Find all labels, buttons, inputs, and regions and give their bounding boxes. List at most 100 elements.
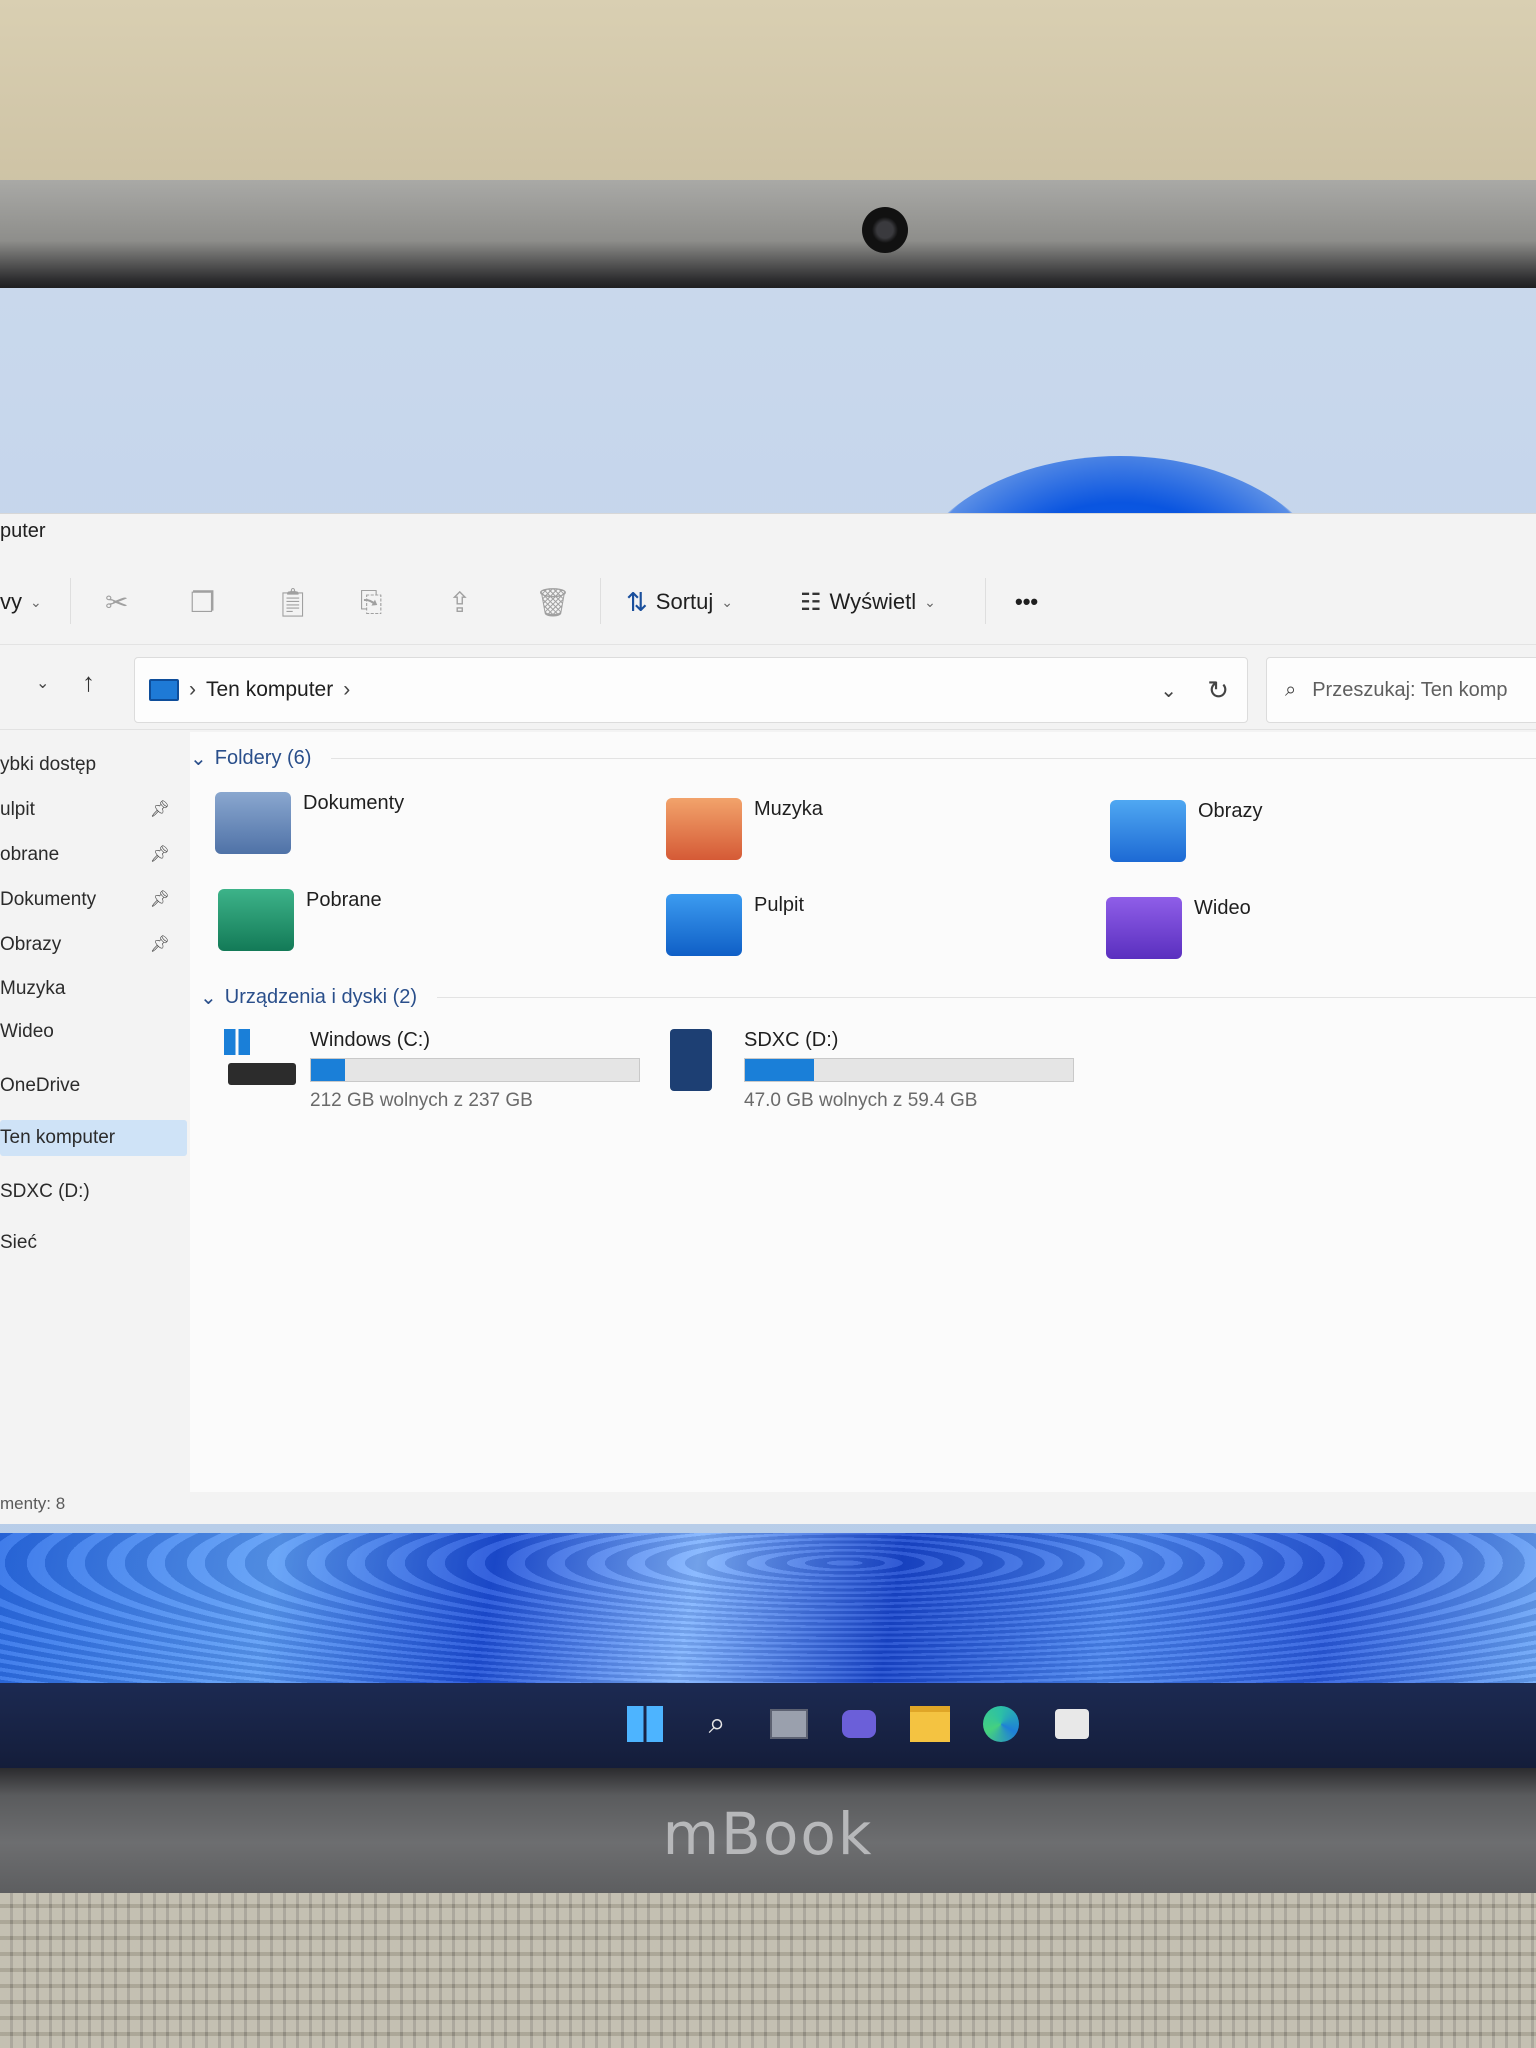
wall-background xyxy=(0,0,1536,200)
new-button[interactable]: vy ⌄ xyxy=(0,582,42,622)
sort-button[interactable]: ⇅ Sortuj ⌄ xyxy=(626,582,733,622)
nav-pictures[interactable]: Obrazy 📌︎ xyxy=(0,934,180,956)
folder-downloads[interactable]: Pobrane xyxy=(218,889,382,951)
drive-usage-fill xyxy=(745,1059,814,1081)
share-icon[interactable]: ⇪ xyxy=(448,582,471,622)
drive-usage-fill xyxy=(311,1059,346,1081)
folder-pictures[interactable]: Obrazy xyxy=(1110,800,1262,862)
drive-usage-bar xyxy=(744,1058,1074,1082)
breadcrumb-this-pc[interactable]: Ten komputer xyxy=(206,678,333,702)
paste-icon[interactable]: 📋︎ xyxy=(275,582,311,622)
chevron-down-icon: ⌄ xyxy=(924,593,936,610)
search-icon[interactable]: ⌕ xyxy=(694,1701,740,1747)
cut-icon[interactable]: ✂ xyxy=(105,582,128,622)
sort-label: Sortuj xyxy=(655,589,714,614)
chevron-down-icon: ⌄ xyxy=(721,593,734,610)
nav-label: Obrazy xyxy=(0,934,62,955)
speaker-grille xyxy=(0,1893,1536,2048)
nav-documents[interactable]: Dokumenty 📌︎ xyxy=(0,889,180,911)
pin-icon: 📌︎ xyxy=(149,846,170,863)
nav-label: Sieć xyxy=(0,1232,37,1253)
edge-icon[interactable] xyxy=(978,1701,1024,1747)
chat-icon[interactable] xyxy=(836,1701,882,1747)
view-label: Wyświetl xyxy=(829,589,917,614)
drive-usage-bar xyxy=(310,1058,640,1082)
divider xyxy=(70,578,71,624)
search-placeholder: Przeszukaj: Ten komp xyxy=(1312,678,1508,701)
desktop-folder-icon xyxy=(666,894,742,956)
delete-icon[interactable]: 🗑︎ xyxy=(535,582,571,622)
videos-folder-icon xyxy=(1106,897,1182,959)
drive-windows-c[interactable]: Windows (C:) 212 GB wolnych z 237 GB xyxy=(224,1029,640,1112)
nav-downloads[interactable]: obrane 📌︎ xyxy=(0,844,180,866)
view-icon: ☷ xyxy=(800,588,822,616)
file-explorer-icon[interactable] xyxy=(907,1701,953,1747)
new-button-label: vy xyxy=(0,589,22,614)
nav-network[interactable]: Sieć xyxy=(0,1232,180,1254)
folder-label: Obrazy xyxy=(1198,800,1263,822)
recent-locations-chevron-icon[interactable]: ⌄ xyxy=(36,673,49,693)
address-row: ⌄ ↑ › Ten komputer › ⌄ ↻ ⌕ Przeszukaj: T… xyxy=(0,649,1536,730)
divider xyxy=(437,997,1536,998)
window-title: puter xyxy=(0,520,46,542)
task-view-icon[interactable] xyxy=(766,1701,812,1747)
folder-label: Dokumenty xyxy=(303,792,405,814)
pictures-folder-icon xyxy=(1110,800,1186,862)
view-button[interactable]: ☷ Wyświetl ⌄ xyxy=(800,582,936,622)
nav-quick-access[interactable]: ybki dostęp xyxy=(0,754,180,776)
nav-videos[interactable]: Wideo xyxy=(0,1021,180,1043)
breadcrumb-separator: › xyxy=(189,678,196,701)
divider xyxy=(600,578,601,624)
screen: puter vy ⌄ ✂ ❐ 📋︎ ⎘ ⇪ 🗑︎ ⇅ Sortuj ⌄ ☷ Wy… xyxy=(0,288,1536,1768)
section-title: Urządzenia i dyski (2) xyxy=(224,986,418,1008)
address-bar[interactable]: › Ten komputer › ⌄ ↻ xyxy=(134,657,1248,723)
windows-drive-icon xyxy=(224,1029,296,1093)
drive-free-space: 47.0 GB wolnych z 59.4 GB xyxy=(744,1090,978,1111)
more-options-button[interactable]: ••• xyxy=(1015,582,1038,622)
search-box[interactable]: ⌕ Przeszukaj: Ten komp xyxy=(1266,657,1536,723)
folder-label: Wideo xyxy=(1194,897,1251,919)
store-icon[interactable] xyxy=(1049,1701,1095,1747)
start-icon[interactable] xyxy=(622,1701,668,1747)
nav-sdxc-drive[interactable]: SDXC (D:) xyxy=(0,1181,180,1203)
command-bar: vy ⌄ ✂ ❐ 📋︎ ⎘ ⇪ 🗑︎ ⇅ Sortuj ⌄ ☷ Wyświetl… xyxy=(0,554,1536,645)
nav-label: ybki dostęp xyxy=(0,754,97,775)
folder-documents[interactable]: Dokumenty xyxy=(215,792,404,854)
file-explorer-window: puter vy ⌄ ✂ ❐ 📋︎ ⎘ ⇪ 🗑︎ ⇅ Sortuj ⌄ ☷ Wy… xyxy=(0,513,1536,1524)
folder-desktop[interactable]: Pulpit xyxy=(666,894,804,956)
nav-this-pc[interactable]: Ten komputer xyxy=(0,1120,187,1156)
folder-label: Pobrane xyxy=(306,889,382,911)
nav-onedrive[interactable]: OneDrive xyxy=(0,1075,180,1097)
nav-desktop[interactable]: ulpit 📌︎ xyxy=(0,799,180,821)
brand-logo: mBook xyxy=(662,1800,874,1868)
rename-icon[interactable]: ⎘ xyxy=(360,582,382,622)
pin-icon: 📌︎ xyxy=(149,936,170,953)
copy-icon[interactable]: ❐ xyxy=(190,582,215,622)
taskbar: ⌕ xyxy=(0,1683,1536,1768)
nav-label: SDXC (D:) xyxy=(0,1181,90,1202)
folder-music[interactable]: Muzyka xyxy=(666,798,823,860)
drive-label: Windows (C:) xyxy=(310,1029,431,1051)
folder-videos[interactable]: Wideo xyxy=(1106,897,1251,959)
webcam xyxy=(862,207,908,253)
downloads-folder-icon xyxy=(218,889,294,951)
refresh-icon[interactable]: ↻ xyxy=(1207,675,1229,706)
drives-section-header[interactable]: ⌄ Urządzenia i dyski (2) xyxy=(200,985,1536,1010)
address-dropdown-icon[interactable]: ⌄ xyxy=(1160,678,1177,703)
documents-folder-icon xyxy=(215,792,291,854)
nav-music[interactable]: Muzyka xyxy=(0,978,180,1000)
sd-card-icon xyxy=(670,1029,712,1091)
laptop-top-bezel xyxy=(0,180,1536,290)
folder-label: Pulpit xyxy=(754,894,805,916)
up-arrow-icon[interactable]: ↑ xyxy=(82,667,95,698)
nav-label: OneDrive xyxy=(0,1075,81,1096)
chevron-down-icon: ⌄ xyxy=(190,748,207,770)
chevron-down-icon: ⌄ xyxy=(30,593,42,610)
drive-sdxc-d[interactable]: SDXC (D:) 47.0 GB wolnych z 59.4 GB xyxy=(670,1029,1074,1112)
chevron-down-icon: ⌄ xyxy=(200,987,217,1009)
status-item-count: menty: 8 xyxy=(0,1494,66,1513)
folder-label: Muzyka xyxy=(754,798,823,820)
folders-section-header[interactable]: ⌄ Foldery (6) xyxy=(190,746,1536,771)
pin-icon: 📌︎ xyxy=(149,801,170,818)
sort-icon: ⇅ xyxy=(626,586,648,617)
